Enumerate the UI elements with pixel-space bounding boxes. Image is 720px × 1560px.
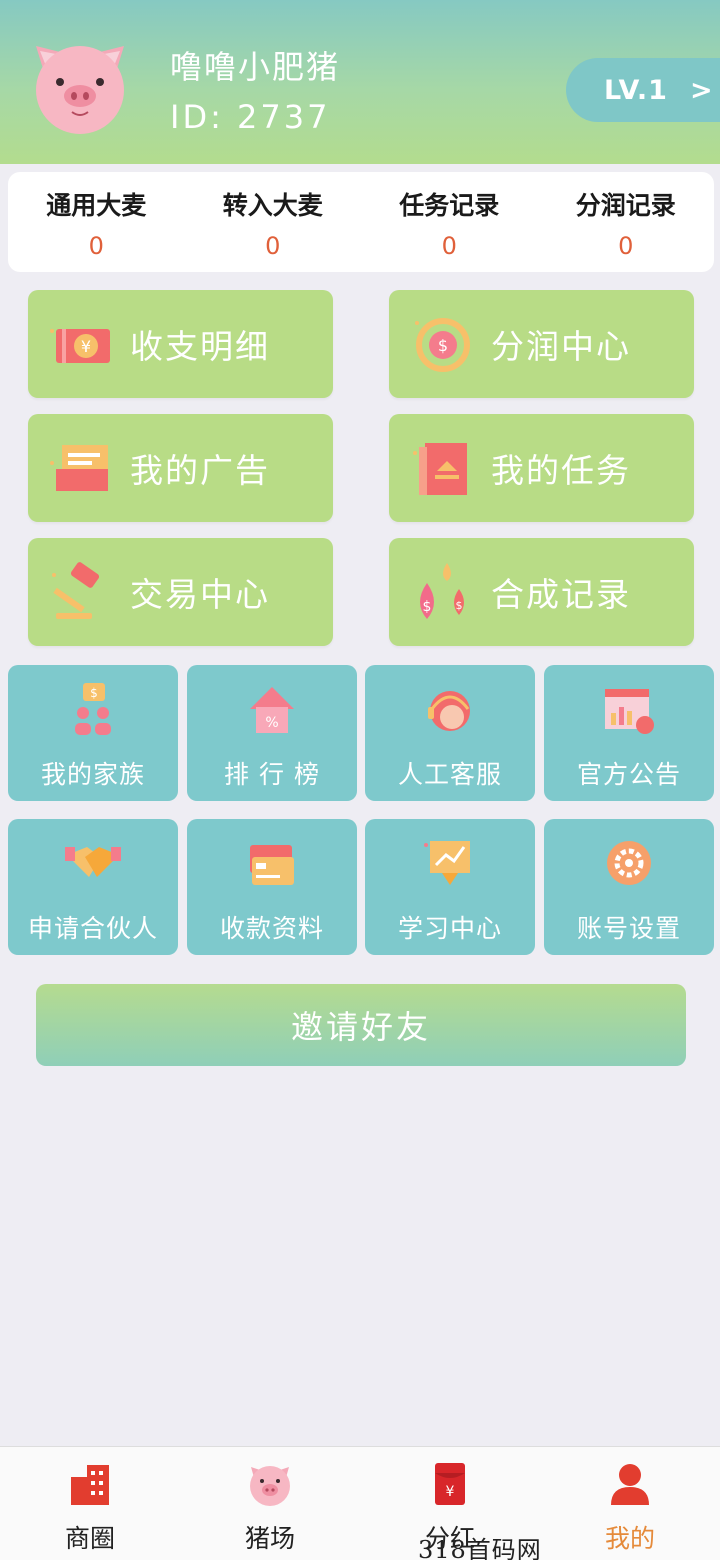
account-settings-button[interactable]: 账号设置 bbox=[544, 819, 714, 955]
gear-icon bbox=[607, 841, 651, 885]
stats-panel: 通用大麦 0 转入大麦 0 任务记录 0 分润记录 0 bbox=[8, 172, 714, 272]
pig-avatar[interactable] bbox=[30, 38, 130, 134]
user-icon bbox=[611, 1464, 649, 1505]
merge-records-label: 合成记录 bbox=[491, 575, 631, 614]
profit-center-button[interactable]: $ 分润中心 bbox=[389, 290, 694, 398]
customer-service-button[interactable]: 人工客服 bbox=[365, 665, 535, 801]
profile-header: 噜噜小肥猪 ID: 2737 LV.1 > bbox=[0, 0, 720, 164]
stat-label: 通用大麦 bbox=[46, 191, 147, 220]
learning-center-label: 学习中心 bbox=[397, 914, 502, 943]
announcement-chart-icon bbox=[605, 689, 654, 734]
stat-value: 0 bbox=[88, 232, 104, 260]
task-book-icon bbox=[413, 443, 467, 495]
tab-pig-farm[interactable]: 猪场 bbox=[180, 1447, 360, 1560]
level-label: LV.1 bbox=[604, 74, 668, 106]
user-id: ID: 2737 bbox=[170, 98, 331, 136]
family-money-icon: $ bbox=[75, 683, 111, 735]
stat-task-records[interactable]: 任务记录 0 bbox=[361, 172, 538, 272]
pig-icon bbox=[250, 1466, 290, 1506]
announcements-button[interactable]: 官方公告 bbox=[544, 665, 714, 801]
announcements-label: 官方公告 bbox=[576, 760, 681, 789]
trade-center-button[interactable]: 交易中心 bbox=[28, 538, 333, 646]
my-ads-button[interactable]: 我的广告 bbox=[28, 414, 333, 522]
merge-records-button[interactable]: $ $ 合成记录 bbox=[389, 538, 694, 646]
stat-profit-records[interactable]: 分润记录 0 bbox=[538, 172, 715, 272]
svg-text:$: $ bbox=[423, 599, 432, 615]
stat-label: 分润记录 bbox=[575, 191, 676, 220]
username: 噜噜小肥猪 bbox=[170, 48, 341, 86]
stat-transfer-barley[interactable]: 转入大麦 0 bbox=[185, 172, 362, 272]
stat-label: 转入大麦 bbox=[222, 191, 323, 220]
svg-text:$: $ bbox=[438, 336, 448, 355]
apply-partner-label: 申请合伙人 bbox=[27, 914, 158, 943]
watermark-text: 318首码网 www.E318.com bbox=[418, 1536, 542, 1560]
my-tasks-label: 我的任务 bbox=[491, 451, 631, 490]
trend-board-icon bbox=[424, 841, 470, 885]
chevron-right-icon: > bbox=[689, 74, 714, 106]
my-ads-label: 我的广告 bbox=[130, 451, 270, 490]
income-detail-button[interactable]: ¥ 收支明细 bbox=[28, 290, 333, 398]
money-drops-icon: $ $ bbox=[420, 563, 464, 619]
building-icon bbox=[71, 1465, 109, 1505]
red-envelope-icon: ¥ bbox=[435, 1463, 465, 1505]
learning-center-button[interactable]: 学习中心 bbox=[365, 819, 535, 955]
my-tasks-button[interactable]: 我的任务 bbox=[389, 414, 694, 522]
income-detail-label: 收支明细 bbox=[130, 327, 270, 366]
svg-text:$: $ bbox=[90, 686, 98, 700]
invite-friends-button[interactable]: 邀请好友 bbox=[36, 984, 686, 1066]
svg-text:%: % bbox=[265, 715, 278, 731]
tab-business-circle[interactable]: 商圈 bbox=[0, 1447, 180, 1560]
customer-service-label: 人工客服 bbox=[397, 760, 502, 789]
tab-label: 商圈 bbox=[64, 1524, 115, 1553]
ad-board-icon bbox=[50, 445, 108, 491]
coin-cycle-icon: $ bbox=[415, 318, 470, 372]
ticket-icon: ¥ bbox=[50, 329, 110, 363]
svg-text:¥: ¥ bbox=[446, 1484, 455, 1500]
bank-card-icon bbox=[250, 845, 294, 885]
payment-info-button[interactable]: 收款资料 bbox=[187, 819, 357, 955]
stat-value: 0 bbox=[265, 232, 281, 260]
leaderboard-label: 排 行 榜 bbox=[224, 760, 320, 789]
house-percent-icon: % bbox=[250, 687, 294, 733]
headset-agent-icon bbox=[428, 691, 470, 731]
stat-value: 0 bbox=[618, 232, 634, 260]
profit-center-label: 分润中心 bbox=[491, 327, 631, 366]
apply-partner-button[interactable]: 申请合伙人 bbox=[8, 819, 178, 955]
svg-text:$: $ bbox=[456, 599, 463, 612]
my-family-label: 我的家族 bbox=[40, 760, 145, 789]
account-settings-label: 账号设置 bbox=[576, 914, 681, 943]
gavel-icon bbox=[52, 562, 100, 619]
trade-center-label: 交易中心 bbox=[130, 575, 270, 614]
tab-label: 猪场 bbox=[244, 1524, 295, 1553]
handshake-icon bbox=[65, 847, 121, 877]
stat-label: 任务记录 bbox=[399, 191, 500, 220]
my-family-button[interactable]: $ 我的家族 bbox=[8, 665, 178, 801]
svg-text:¥: ¥ bbox=[81, 337, 91, 356]
leaderboard-button[interactable]: % 排 行 榜 bbox=[187, 665, 357, 801]
level-badge[interactable]: LV.1 > bbox=[566, 58, 720, 122]
stat-value: 0 bbox=[441, 232, 457, 260]
stat-general-barley[interactable]: 通用大麦 0 bbox=[8, 172, 185, 272]
payment-info-label: 收款资料 bbox=[219, 914, 324, 943]
